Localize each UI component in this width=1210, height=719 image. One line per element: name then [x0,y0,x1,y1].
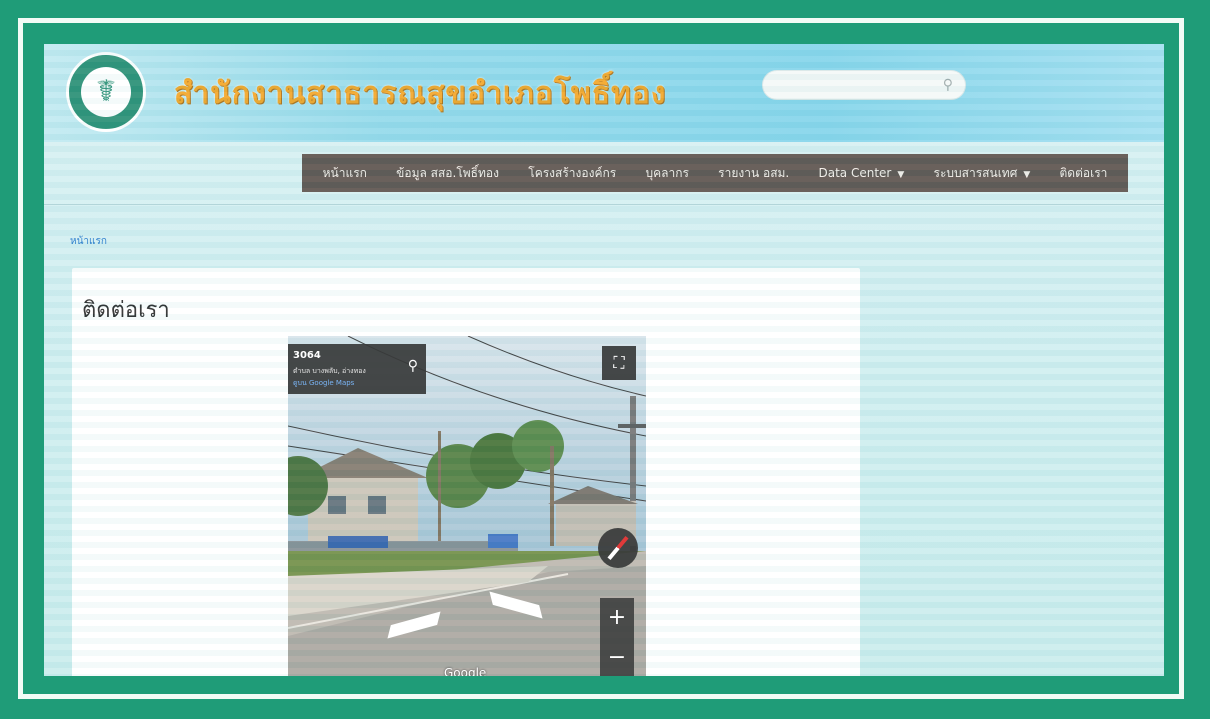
caret-down-icon: ▼ [1023,169,1031,180]
screen: ☤ สำนักงานสาธารณสุขอำเภอโพธิ์ทอง ⚲ หน้าแ… [44,44,1164,676]
caduceus-icon: ☤ [95,74,117,109]
nav-item-home[interactable]: หน้าแรก [318,164,372,183]
search-input[interactable]: ⚲ [762,70,966,100]
map-pin-icon[interactable]: ⚲ [408,358,418,374]
caret-down-icon: ▼ [897,170,905,180]
nav-item-report[interactable]: รายงาน อสม. [713,164,794,183]
zoom-control: + − [600,598,634,676]
search-icon[interactable]: ⚲ [943,77,953,93]
page-title: ติดต่อเรา [82,298,170,323]
compass-icon[interactable] [598,528,638,568]
nav-item-info-system[interactable]: ระบบสารสนเทศ ▼ [929,164,1036,183]
ministry-logo[interactable]: ☤ [66,52,146,132]
nav-item-data-center[interactable]: Data Center ▼ [814,166,910,180]
divider [44,204,1164,205]
breadcrumb[interactable]: หน้าแรก [70,234,107,249]
location-subtitle: ตำบล บางพลับ, อ่างทอง [293,367,366,375]
zoom-out-button[interactable]: − [600,638,634,676]
nav-item-staff[interactable]: บุคลากร [640,164,693,183]
google-watermark: Google [444,666,487,676]
street-view-embed[interactable]: 3064 ตำบล บางพลับ, อ่างทอง ดูบน Google M… [288,336,646,676]
fullscreen-icon[interactable]: ⛶ [602,346,636,380]
location-title: 3064 [293,350,321,361]
site-header: ☤ สำนักงานสาธารณสุขอำเภอโพธิ์ทอง ⚲ [44,44,1164,142]
nav-item-contact[interactable]: ติดต่อเรา [1055,164,1113,183]
site-title[interactable]: สำนักงานสาธารณสุขอำเภอโพธิ์ทอง [174,70,666,117]
nav-item-about[interactable]: ข้อมูล สสอ.โพธิ์ทอง [391,164,504,183]
zoom-in-button[interactable]: + [600,598,634,638]
main-nav: หน้าแรก ข้อมูล สสอ.โพธิ์ทอง โครงสร้างองค… [302,154,1128,192]
google-maps-link[interactable]: ดูบน Google Maps [293,378,354,389]
nav-item-structure[interactable]: โครงสร้างองค์กร [523,164,621,183]
content-card: ติดต่อเรา 3064 ตำบล บางพลับ, อ่างทอง ดูบ… [72,268,860,676]
street-view-info-panel: 3064 ตำบล บางพลับ, อ่างทอง ดูบน Google M… [288,344,426,394]
